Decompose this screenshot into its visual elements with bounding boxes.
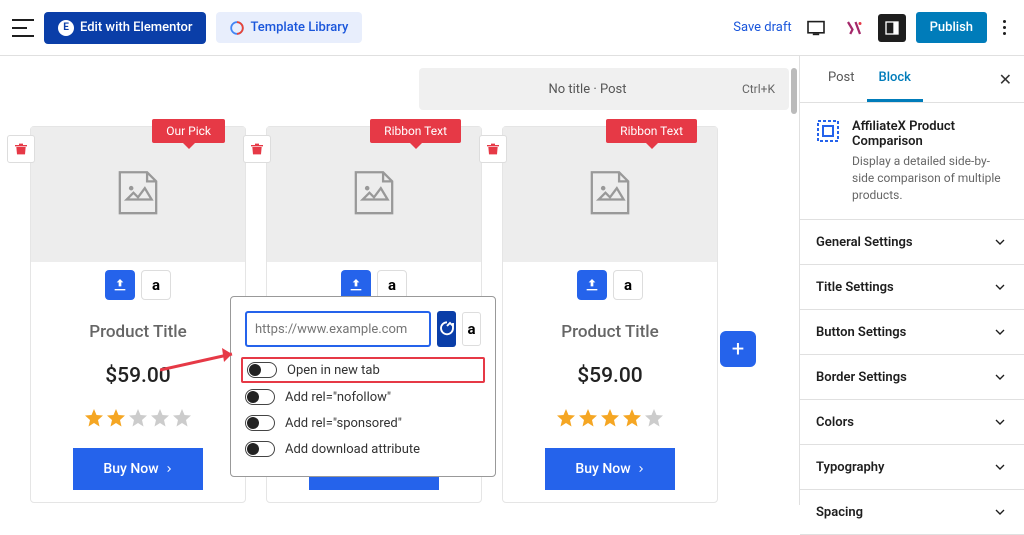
elementor-icon: E bbox=[58, 20, 74, 36]
delete-button[interactable] bbox=[479, 135, 507, 163]
editor-canvas: No title · Post Ctrl+K Our Pick a Produc… bbox=[0, 56, 799, 505]
nofollow-toggle[interactable]: Add rel="nofollow" bbox=[245, 384, 481, 410]
menu-icon[interactable] bbox=[12, 19, 34, 37]
panel-spacing[interactable]: Spacing bbox=[800, 490, 1024, 535]
amazon-icon[interactable]: a bbox=[141, 270, 171, 300]
upload-icon[interactable] bbox=[577, 270, 607, 300]
toggle-label: Add rel="sponsored" bbox=[285, 416, 402, 431]
image-placeholder[interactable] bbox=[503, 127, 717, 262]
panel-title[interactable]: Title Settings bbox=[800, 265, 1024, 310]
publish-button[interactable]: Publish bbox=[916, 12, 987, 43]
sidebar-toggle-icon[interactable] bbox=[878, 14, 906, 42]
delete-button[interactable] bbox=[243, 135, 271, 163]
preview-icon[interactable] bbox=[802, 14, 830, 42]
save-draft-link[interactable]: Save draft bbox=[733, 20, 791, 35]
toggle-switch[interactable] bbox=[245, 441, 275, 457]
panel-colors[interactable]: Colors bbox=[800, 400, 1024, 445]
product-price[interactable]: $59.00 bbox=[105, 364, 171, 388]
panel-general[interactable]: General Settings bbox=[800, 220, 1024, 265]
template-icon bbox=[230, 21, 244, 35]
toggle-switch[interactable] bbox=[247, 362, 277, 378]
elementor-label: Edit with Elementor bbox=[80, 20, 192, 35]
ribbon-badge: Ribbon Text bbox=[370, 119, 461, 143]
buy-button[interactable]: Buy Now bbox=[73, 448, 203, 490]
toggle-label: Open in new tab bbox=[287, 363, 380, 378]
edit-elementor-button[interactable]: E Edit with Elementor bbox=[44, 12, 206, 44]
tab-post[interactable]: Post bbox=[816, 56, 867, 102]
template-label: Template Library bbox=[250, 20, 348, 35]
delete-button[interactable] bbox=[7, 135, 35, 163]
toggle-switch[interactable] bbox=[245, 389, 275, 405]
link-settings-popover: a Open in new tab Add rel="nofollow" Add… bbox=[230, 296, 496, 477]
toggle-label: Add download attribute bbox=[285, 442, 420, 457]
block-info: AffiliateX Product Comparison Display a … bbox=[800, 103, 1024, 220]
rating-stars[interactable] bbox=[556, 408, 664, 428]
toggle-switch[interactable] bbox=[245, 415, 275, 431]
chevron-down-icon bbox=[992, 414, 1008, 430]
image-placeholder[interactable] bbox=[267, 127, 481, 262]
sidebar-tabs: Post Block ✕ bbox=[800, 56, 1024, 103]
chevron-down-icon bbox=[992, 369, 1008, 385]
product-price[interactable]: $59.00 bbox=[577, 364, 643, 388]
apply-link-button[interactable] bbox=[437, 311, 456, 347]
product-title[interactable]: Product Title bbox=[89, 322, 186, 342]
amazon-icon[interactable]: a bbox=[613, 270, 643, 300]
settings-sidebar: Post Block ✕ AffiliateX Product Comparis… bbox=[799, 56, 1024, 505]
product-title[interactable]: Product Title bbox=[561, 322, 658, 342]
amazon-link-icon[interactable]: a bbox=[462, 312, 481, 346]
close-icon[interactable]: ✕ bbox=[999, 70, 1012, 89]
product-card[interactable]: Our Pick a Product Title $59.00 Buy Now bbox=[30, 126, 246, 503]
yoast-icon[interactable] bbox=[840, 14, 868, 42]
add-product-button[interactable]: + bbox=[720, 331, 756, 367]
url-input[interactable] bbox=[245, 311, 431, 347]
toggle-label: Add rel="nofollow" bbox=[285, 390, 391, 405]
panel-typography[interactable]: Typography bbox=[800, 445, 1024, 490]
block-type-icon bbox=[816, 119, 840, 143]
ribbon-badge: Ribbon Text bbox=[606, 119, 697, 143]
panel-button[interactable]: Button Settings bbox=[800, 310, 1024, 355]
chevron-down-icon bbox=[992, 324, 1008, 340]
top-toolbar: E Edit with Elementor Template Library S… bbox=[0, 0, 1024, 56]
sponsored-toggle[interactable]: Add rel="sponsored" bbox=[245, 410, 481, 436]
image-placeholder[interactable] bbox=[31, 127, 245, 262]
options-icon[interactable] bbox=[997, 20, 1012, 35]
buy-button[interactable]: Buy Now bbox=[545, 448, 675, 490]
chevron-down-icon bbox=[992, 504, 1008, 520]
rating-stars[interactable] bbox=[84, 408, 192, 428]
product-card[interactable]: Ribbon Text a Product Title $59.00 Buy N… bbox=[502, 126, 718, 503]
open-new-tab-toggle[interactable]: Open in new tab bbox=[241, 357, 485, 383]
chevron-down-icon bbox=[992, 279, 1008, 295]
template-library-button[interactable]: Template Library bbox=[216, 12, 362, 43]
block-name: AffiliateX Product Comparison bbox=[852, 119, 1008, 149]
chevron-down-icon bbox=[992, 459, 1008, 475]
download-toggle[interactable]: Add download attribute bbox=[245, 436, 481, 462]
tab-block[interactable]: Block bbox=[867, 56, 923, 102]
chevron-down-icon bbox=[992, 234, 1008, 250]
ribbon-badge: Our Pick bbox=[152, 119, 225, 143]
upload-icon[interactable] bbox=[105, 270, 135, 300]
panel-border[interactable]: Border Settings bbox=[800, 355, 1024, 400]
block-description: Display a detailed side-by-side comparis… bbox=[852, 153, 1008, 203]
